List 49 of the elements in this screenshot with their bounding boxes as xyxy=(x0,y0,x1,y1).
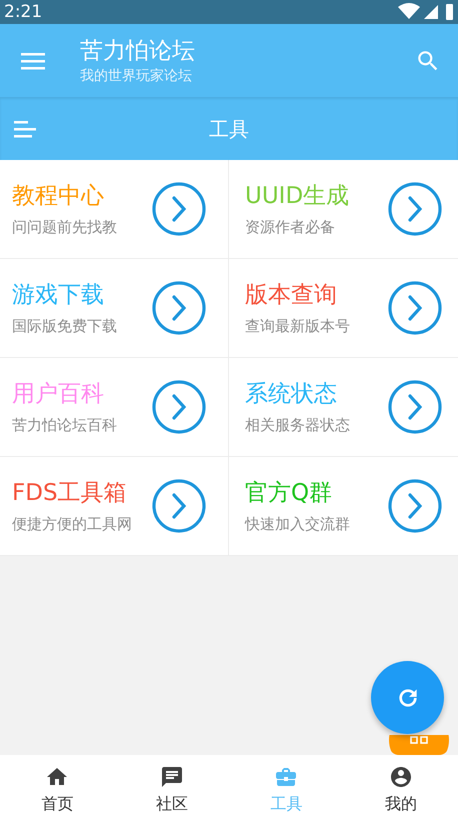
tool-title: 版本查询 xyxy=(245,281,338,310)
tool-card[interactable]: FDS工具箱 便捷方便的工具网 xyxy=(0,457,229,556)
tool-subtitle: 快速加入交流群 xyxy=(245,514,351,535)
tool-card[interactable]: 官方Q群 快速加入交流群 xyxy=(229,457,458,556)
tool-subtitle: 便捷方便的工具网 xyxy=(12,514,133,535)
nav-tab[interactable]: 社区 xyxy=(114,755,229,820)
tool-subtitle: 国际版免费下载 xyxy=(12,316,118,337)
tool-title: 用户百科 xyxy=(12,380,105,409)
tool-subtitle: 相关服务器状态 xyxy=(245,415,351,436)
refresh-fab[interactable] xyxy=(371,661,444,734)
nav-tab[interactable]: 我的 xyxy=(344,755,458,820)
chevron-circle-icon xyxy=(152,380,206,434)
toolbox-icon xyxy=(274,765,298,789)
tool-title: UUID生成 xyxy=(245,182,350,211)
nav-tab[interactable]: 首页 xyxy=(0,755,114,820)
tool-card[interactable]: 版本查询 查询最新版本号 xyxy=(229,259,458,358)
tool-subtitle: 资源作者必备 xyxy=(245,217,336,238)
tool-title: 教程中心 xyxy=(12,182,105,211)
tool-title: 官方Q群 xyxy=(245,479,334,508)
tool-card[interactable]: UUID生成 资源作者必备 xyxy=(229,160,458,259)
tool-title: 游戏下载 xyxy=(12,281,105,310)
tool-card[interactable]: 系统状态 相关服务器状态 xyxy=(229,358,458,457)
sort-lines-icon xyxy=(14,120,36,138)
chevron-circle-icon xyxy=(152,281,206,335)
status-time: 2:21 xyxy=(4,4,42,20)
tool-subtitle: 查询最新版本号 xyxy=(245,316,351,337)
nav-tab[interactable]: 工具 xyxy=(229,755,344,820)
chevron-circle-icon xyxy=(152,182,206,236)
tool-subtitle: 苦力怕论坛百科 xyxy=(12,415,118,436)
chevron-circle-icon xyxy=(388,380,442,434)
chevron-circle-icon xyxy=(152,479,206,533)
status-icons xyxy=(398,3,454,21)
app-title: 苦力怕论坛 xyxy=(80,36,196,66)
tool-card[interactable]: 游戏下载 国际版免费下载 xyxy=(0,259,229,358)
grid-icon xyxy=(410,736,428,744)
toolbar-title: 工具 xyxy=(209,116,249,142)
account-icon xyxy=(388,765,413,789)
chevron-circle-icon xyxy=(388,281,442,335)
tool-title: FDS工具箱 xyxy=(12,479,128,508)
tool-card[interactable]: 教程中心 问问题前先找教 xyxy=(0,160,229,259)
chat-icon xyxy=(160,765,184,789)
menu-icon xyxy=(21,52,45,70)
tool-title: 系统状态 xyxy=(245,380,338,409)
chevron-circle-icon xyxy=(388,182,442,236)
tool-subtitle: 问问题前先找教 xyxy=(12,217,118,238)
app-subtitle: 我的世界玩家论坛 xyxy=(80,66,193,86)
tool-card[interactable]: 用户百科 苦力怕论坛百科 xyxy=(0,358,229,457)
chevron-circle-icon xyxy=(388,479,442,533)
menu-fab[interactable] xyxy=(389,735,449,755)
